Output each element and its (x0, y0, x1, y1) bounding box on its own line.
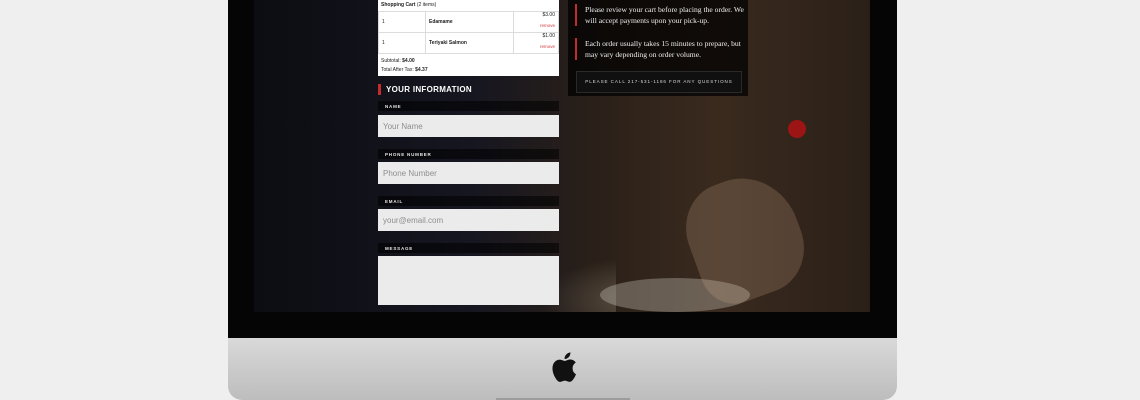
total-label: Total After Tax: (381, 67, 414, 73)
cart-table: 1 Edamame $3.00 remove 1 Teriyaki Salmon… (378, 11, 559, 54)
phone-field[interactable] (378, 162, 559, 184)
cart-item-price: $3.00 (542, 12, 555, 18)
cart-total: Total After Tax: $4.37 (381, 67, 428, 73)
remove-item-link[interactable]: remove (517, 23, 555, 28)
phone-label: PHONE NUMBER (385, 152, 432, 157)
call-questions-button[interactable]: PLEASE CALL 217-531-1186 FOR ANY QUESTIO… (576, 71, 742, 93)
email-label-bar (378, 196, 559, 206)
subtotal-label: Subtotal: (381, 58, 401, 64)
cart-item-price: $1.00 (542, 33, 555, 39)
rose-background (788, 120, 806, 138)
name-label-bar (378, 101, 559, 111)
email-field[interactable] (378, 209, 559, 231)
cart-item-price-cell: $1.00 remove (513, 32, 559, 54)
your-information-heading: YOUR INFORMATION (378, 84, 472, 95)
cart-title-text: Shopping Cart (381, 2, 416, 8)
cart-item-qty: 1 (378, 11, 426, 33)
cart-item-name: Edamame (425, 11, 514, 33)
prep-time-note: Each order usually takes 15 minutes to p… (575, 38, 745, 60)
cart-item-name: Teriyaki Salmon (425, 32, 514, 54)
review-cart-note: Please review your cart before placing t… (575, 4, 745, 26)
subtotal-value: $4.00 (402, 58, 415, 64)
apple-logo-icon (552, 352, 576, 382)
name-label: NAME (385, 104, 402, 109)
email-label: EMAIL (385, 199, 403, 204)
total-value: $4.37 (415, 67, 428, 73)
message-label: MESSAGE (385, 246, 414, 251)
cart-item-count: (2 items) (416, 2, 437, 8)
cart-subtotal: Subtotal: $4.00 (381, 58, 415, 64)
cart-item-price-cell: $3.00 remove (513, 11, 559, 33)
remove-item-link[interactable]: remove (517, 44, 555, 49)
name-field[interactable] (378, 115, 559, 137)
shopping-cart: Shopping Cart (2 items) 1 Edamame $3.00 … (378, 0, 559, 76)
table-row: 1 Teriyaki Salmon $1.00 remove (378, 32, 559, 54)
cart-title: Shopping Cart (2 items) (381, 2, 436, 8)
table-row: 1 Edamame $3.00 remove (378, 11, 559, 33)
message-field[interactable] (378, 256, 559, 305)
cart-item-qty: 1 (378, 32, 426, 54)
